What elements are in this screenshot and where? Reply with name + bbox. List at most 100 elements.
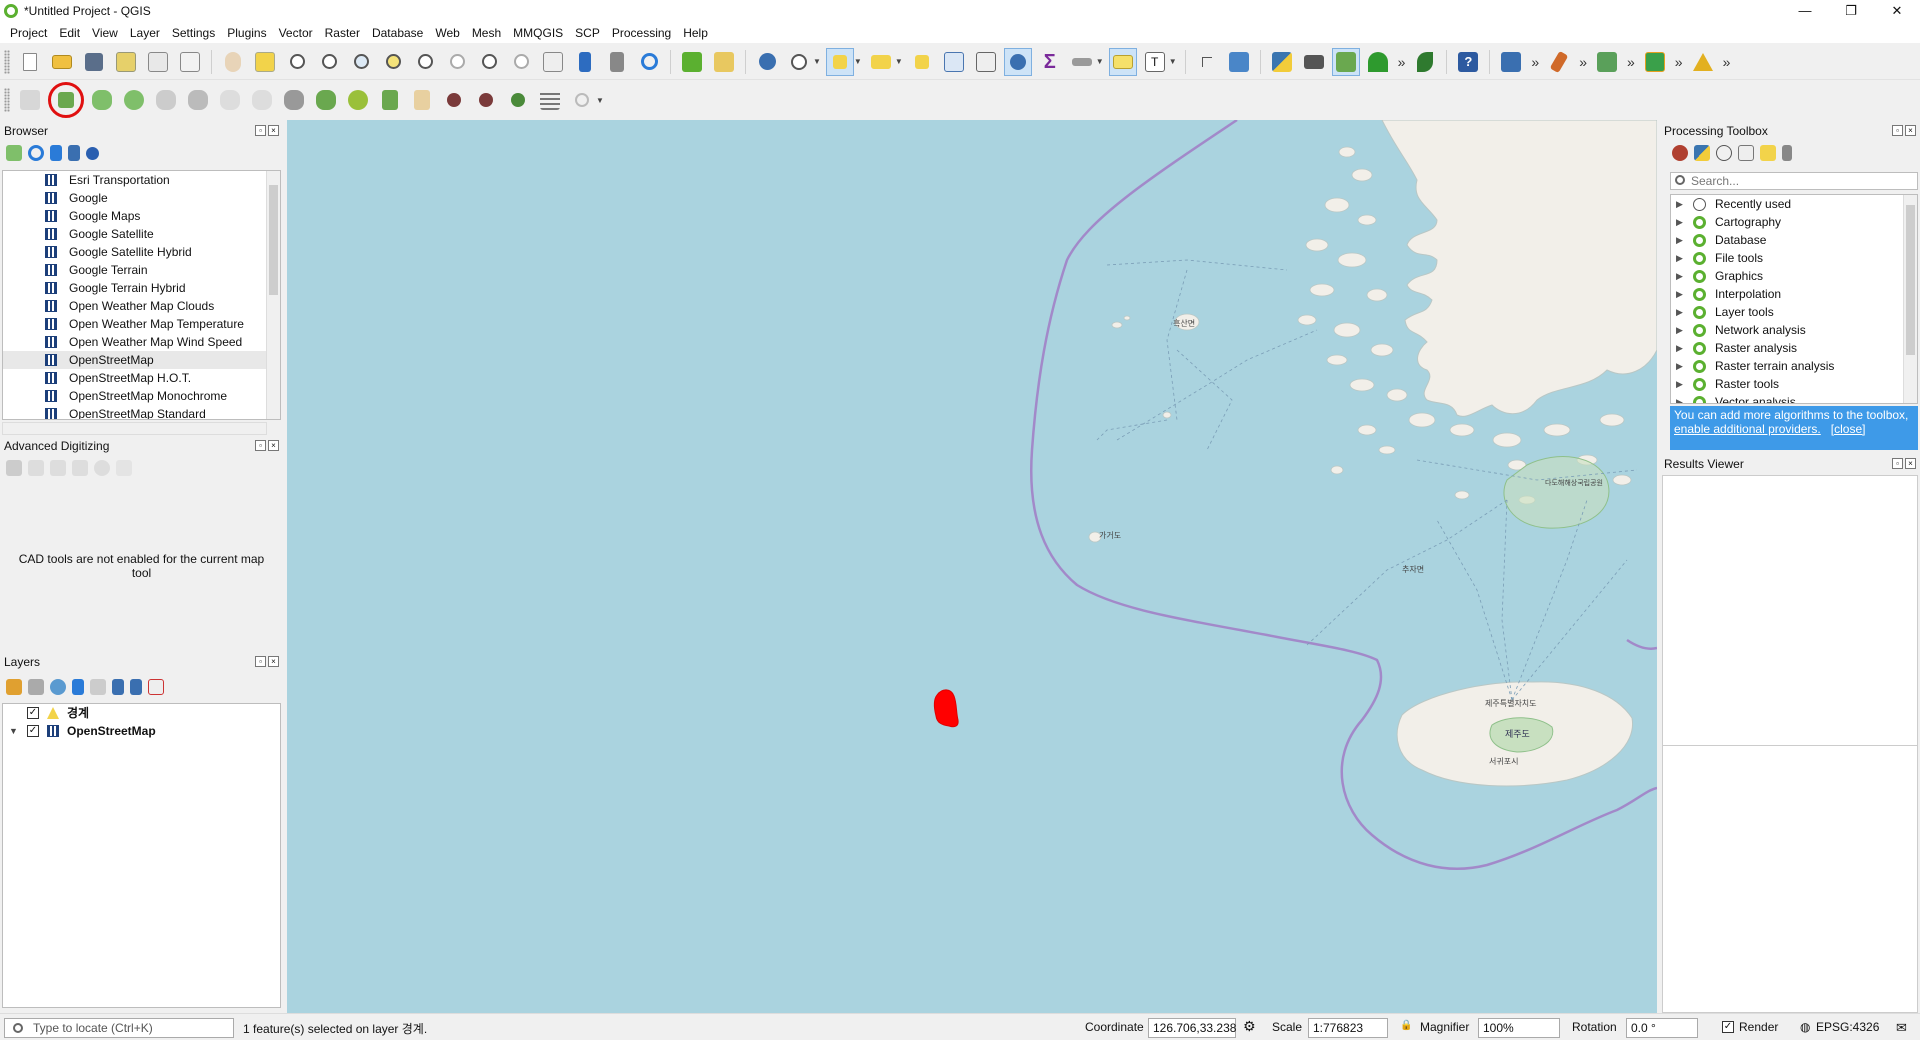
collapse-all-icon[interactable] [130, 679, 142, 695]
processing-item-network-analysis[interactable]: ▶ Network analysis [1671, 321, 1917, 339]
field-calculator-button[interactable] [972, 48, 1000, 76]
plugin-digitize-button[interactable] [1545, 48, 1573, 76]
expand-arrow-icon[interactable]: ▶ [1676, 375, 1683, 393]
browser-item[interactable]: Google Satellite [3, 225, 280, 243]
close-panel-button[interactable]: × [268, 125, 279, 136]
browser-item[interactable]: Open Weather Map Clouds [3, 297, 280, 315]
plugin-layout-button[interactable] [1593, 48, 1621, 76]
menu-help[interactable]: Help [677, 26, 714, 40]
style-manager-icon[interactable] [6, 679, 22, 695]
browser-item[interactable]: Open Weather Map Wind Speed [3, 333, 280, 351]
python-scripts-icon[interactable] [1694, 145, 1710, 161]
expand-arrow-icon[interactable]: ▶ [1676, 213, 1683, 231]
dropdown-arrow-icon[interactable]: ▼ [1169, 57, 1177, 66]
browser-horizontal-scrollbar[interactable] [2, 422, 267, 435]
menu-scp[interactable]: SCP [569, 26, 606, 40]
expand-arrow-icon[interactable]: ▶ [1676, 393, 1683, 403]
toolbar-handle[interactable] [4, 88, 10, 112]
browser-item[interactable]: Google Maps [3, 207, 280, 225]
delete-ring-button[interactable] [280, 86, 308, 114]
menu-mesh[interactable]: Mesh [466, 26, 507, 40]
measure-button[interactable] [1068, 48, 1096, 76]
browser-item[interactable]: Google Terrain Hybrid [3, 279, 280, 297]
layer-visibility-checkbox[interactable]: ✓ [27, 707, 39, 719]
temporal-controller-button[interactable] [678, 48, 706, 76]
collapse-all-icon[interactable] [68, 145, 80, 161]
new-project-button[interactable] [16, 48, 44, 76]
processing-item-vector-analysis[interactable]: ▶ Vector analysis [1671, 393, 1917, 403]
filter-icon[interactable] [50, 145, 62, 161]
expand-arrow-icon[interactable]: ▶ [1676, 303, 1683, 321]
redo-button[interactable] [568, 86, 596, 114]
scrollbar-thumb[interactable] [269, 185, 278, 295]
align-button[interactable] [536, 86, 564, 114]
vertex-tool-button[interactable] [48, 82, 84, 118]
fill-ring-button[interactable] [344, 86, 372, 114]
locator-input[interactable]: Type to locate (Ctrl+K) [4, 1018, 234, 1038]
save-as-button[interactable] [112, 48, 140, 76]
dropdown-arrow-icon[interactable]: ▼ [1096, 57, 1104, 66]
plugin-grid-button[interactable] [1641, 48, 1669, 76]
deselect-all-button[interactable] [908, 48, 936, 76]
float-panel-button[interactable]: ▫ [1892, 458, 1903, 469]
pan-button[interactable] [219, 48, 247, 76]
menu-raster[interactable]: Raster [319, 26, 366, 40]
expand-arrow-icon[interactable]: ▶ [1676, 195, 1683, 213]
coordinate-capture-button[interactable] [1193, 48, 1221, 76]
processing-item-file-tools[interactable]: ▶ File tools [1671, 249, 1917, 267]
help-button[interactable]: ? [1454, 48, 1482, 76]
scrollbar-thumb[interactable] [1906, 205, 1915, 355]
add-ring-button[interactable] [120, 86, 148, 114]
minimize-button[interactable]: — [1782, 0, 1828, 22]
filter-expression-icon[interactable] [90, 679, 106, 695]
merge-features-button[interactable] [504, 86, 532, 114]
menu-web[interactable]: Web [429, 26, 465, 40]
reshape-button[interactable] [376, 86, 404, 114]
zoom-layer-button[interactable] [411, 48, 439, 76]
menu-database[interactable]: Database [366, 26, 429, 40]
menu-processing[interactable]: Processing [606, 26, 677, 40]
zoom-full-button[interactable] [347, 48, 375, 76]
plugin-map-button[interactable] [1331, 47, 1360, 76]
plugin-camera-button[interactable] [1300, 48, 1328, 76]
expand-arrow-icon[interactable]: ▶ [1676, 321, 1683, 339]
refresh-button[interactable] [635, 48, 663, 76]
zoom-in-button[interactable] [283, 48, 311, 76]
show-bookmarks-button[interactable] [603, 48, 631, 76]
construction-icon[interactable] [28, 460, 44, 476]
expand-arrow-icon[interactable]: ▶ [1676, 357, 1683, 375]
browser-item[interactable]: OpenStreetMap Standard [3, 405, 280, 419]
toggle-extents-icon[interactable]: ⚙ [1243, 1018, 1256, 1035]
crs-button[interactable]: EPSG:4326 [1816, 1020, 1879, 1034]
menu-vector[interactable]: Vector [273, 26, 319, 40]
layer-visibility-checkbox[interactable]: ✓ [27, 725, 39, 737]
expand-arrow-icon[interactable]: ▶ [1676, 249, 1683, 267]
split-features-button[interactable] [440, 86, 468, 114]
close-panel-button[interactable]: × [1905, 458, 1916, 469]
zoom-out-button[interactable] [315, 48, 343, 76]
processing-item-raster-tools[interactable]: ▶ Raster tools [1671, 375, 1917, 393]
simplify-feature-button[interactable] [248, 86, 276, 114]
dropdown-arrow-icon[interactable]: ▼ [895, 57, 903, 66]
more-tools-icon[interactable]: » [1579, 54, 1587, 70]
processing-item-layer-tools[interactable]: ▶ Layer tools [1671, 303, 1917, 321]
layer-item[interactable]: ▼ ✓ OpenStreetMap [3, 722, 280, 740]
refresh-icon[interactable] [28, 145, 44, 161]
manage-map-themes-icon[interactable] [50, 679, 66, 695]
toolbox-button[interactable] [1003, 47, 1032, 76]
lock-icon[interactable]: 🔒 [1400, 1020, 1412, 1031]
close-panel-button[interactable]: × [1905, 125, 1916, 136]
move-feature-button[interactable] [152, 86, 180, 114]
georeferencer-button[interactable] [1225, 48, 1253, 76]
enable-cad-icon[interactable] [6, 460, 22, 476]
close-banner-link[interactable]: [close] [1831, 422, 1866, 436]
menu-plugins[interactable]: Plugins [221, 26, 272, 40]
float-panel-button[interactable]: ▫ [255, 440, 266, 451]
layer-item[interactable]: ✓ 경계 [3, 704, 280, 722]
python-console-button[interactable] [1268, 48, 1296, 76]
select-features-button[interactable] [825, 47, 854, 76]
split-parts-button[interactable] [472, 86, 500, 114]
statistical-summary-button[interactable]: Σ [1036, 48, 1064, 76]
browser-item-selected[interactable]: OpenStreetMap [3, 351, 280, 369]
enable-providers-link[interactable]: enable additional providers. [1674, 422, 1821, 436]
